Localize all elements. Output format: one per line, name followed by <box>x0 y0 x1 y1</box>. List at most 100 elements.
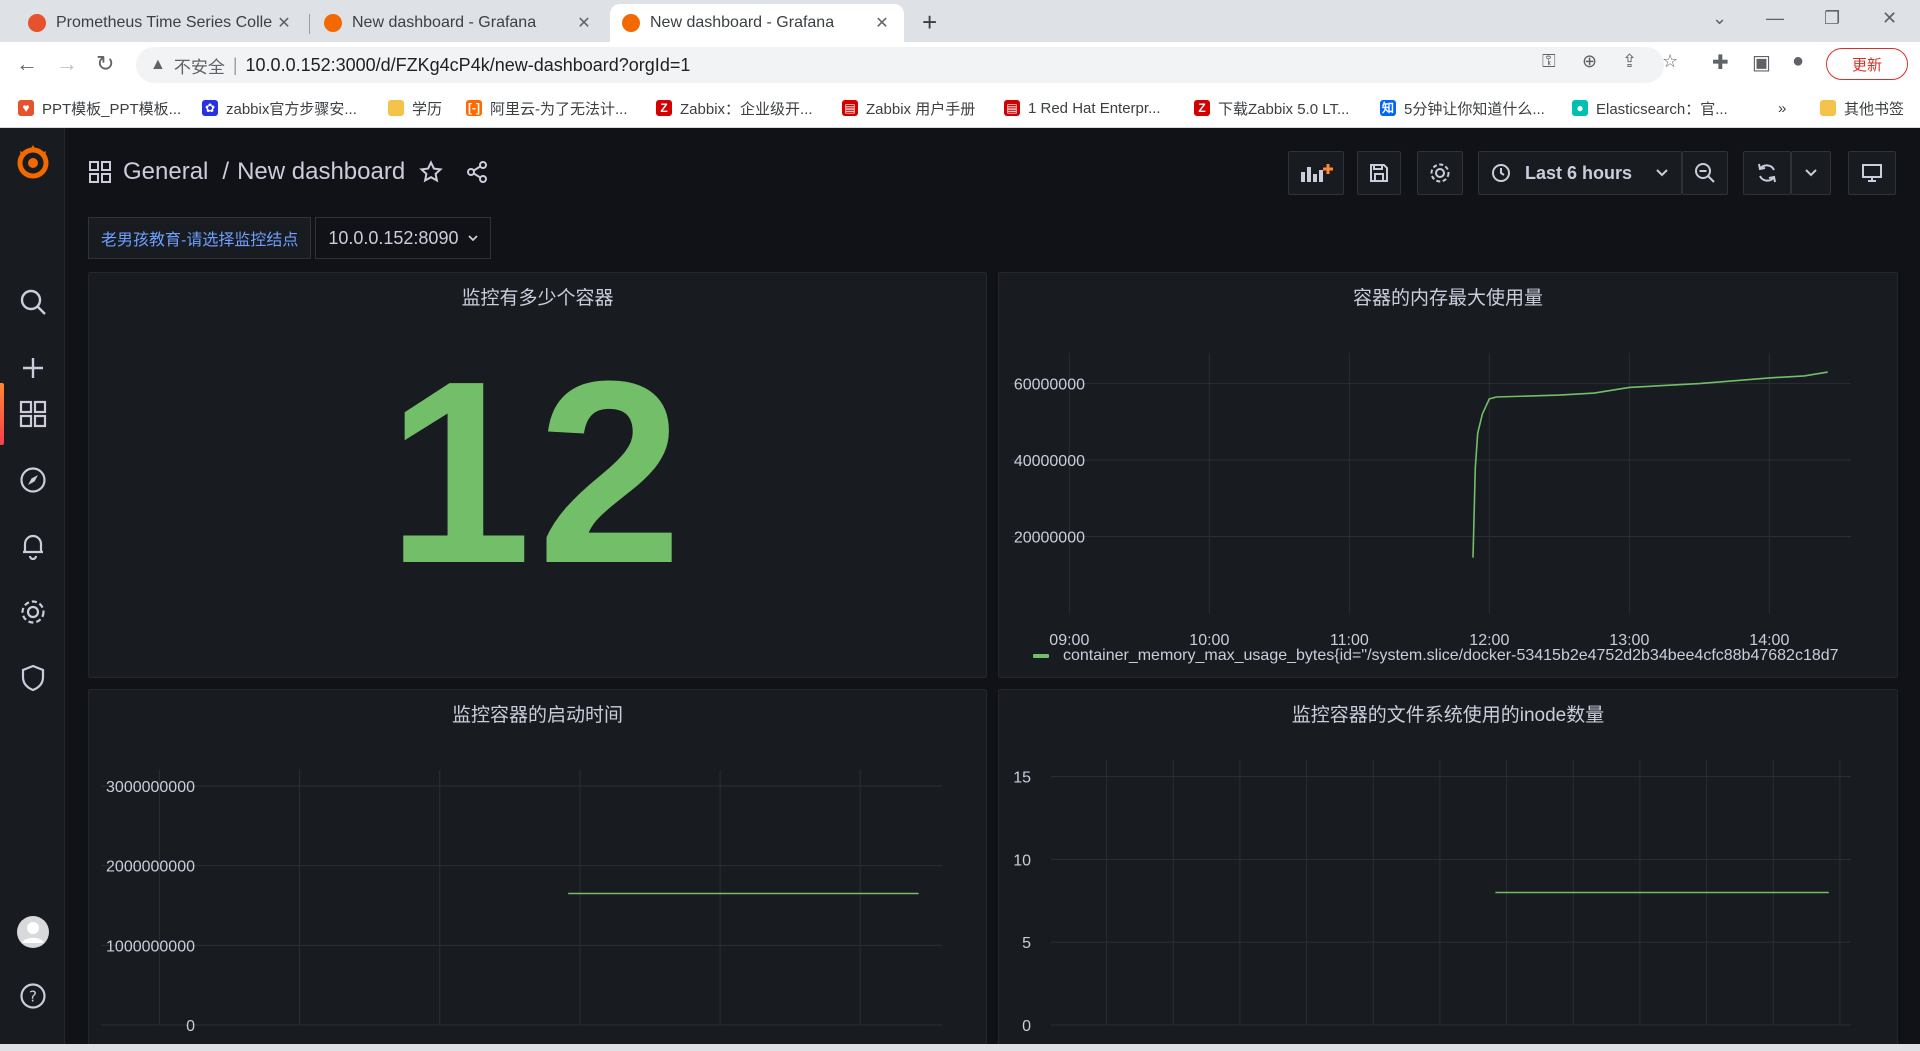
save-dashboard-button[interactable] <box>1357 151 1401 195</box>
breadcrumb-folder[interactable]: General <box>123 158 208 186</box>
refresh-icon <box>1758 163 1776 183</box>
legend-color-swatch <box>1033 654 1049 658</box>
start-time-chart[interactable]: 0 1000000000 2000000000 3000000000 <box>89 690 987 1051</box>
bookmark-label: 学历 <box>412 100 443 118</box>
close-tab-icon[interactable]: ✕ <box>274 13 294 33</box>
explore-compass-icon[interactable] <box>0 460 65 500</box>
panel-title[interactable]: 监控有多少个容器 <box>89 283 986 310</box>
variable-label: 老男孩教育-请选择监控结点 <box>88 217 312 259</box>
timeseries-panel-memory[interactable]: 容器的内存最大使用量 20000000 40000000 60000000 09:00… <box>998 272 1898 678</box>
inode-chart[interactable]: 0 5 10 15 <box>999 690 1898 1051</box>
stat-panel-container-count[interactable]: 监控有多少个容器 12 <box>88 272 987 678</box>
elastic-icon: ● <box>1572 100 1588 116</box>
bookmark-item[interactable]: ♥ PPT模板_PPT模板... <box>18 98 181 118</box>
bookmark-star-icon[interactable]: ☆ <box>1662 51 1678 72</box>
key-icon[interactable]: ⚿ <box>1542 51 1556 72</box>
bookmark-item[interactable]: ▤ 1 Red Hat Enterpr... <box>1004 98 1161 118</box>
new-tab-plus-icon[interactable]: + <box>922 8 937 36</box>
minimize-window-icon[interactable]: — <box>1766 8 1784 29</box>
bookmark-item[interactable]: Z 下载Zabbix 5.0 LT... <box>1194 98 1349 118</box>
zoom-out-button[interactable] <box>1682 151 1728 195</box>
chart-legend[interactable]: container_memory_max_usage_bytes{id="/sy… <box>1033 647 1839 665</box>
bookmark-label: 5分钟让你知道什么... <box>1404 100 1545 118</box>
dashboards-grid-icon[interactable] <box>0 394 65 434</box>
redhat-icon: ▤ <box>1004 100 1020 116</box>
bookmark-item[interactable]: ✿ zabbix官方步骤安... <box>202 98 357 118</box>
reload-icon[interactable]: ↻ <box>96 52 114 76</box>
add-panel-button[interactable] <box>1288 151 1344 195</box>
update-button[interactable]: 更新 <box>1826 48 1908 80</box>
restore-window-icon[interactable]: ❐ <box>1824 8 1840 29</box>
zoom-icon[interactable]: ⊕ <box>1582 51 1597 72</box>
tab-search-chevron-icon[interactable]: ⌄ <box>1712 8 1727 29</box>
chevron-down-icon <box>1805 169 1817 177</box>
bookmark-item[interactable]: 知 5分钟让你知道什么... <box>1380 98 1545 118</box>
tab-title: New dashboard - Grafana <box>650 14 835 31</box>
bookmark-label: 1 Red Hat Enterpr... <box>1028 99 1161 117</box>
close-tab-icon[interactable]: ✕ <box>872 13 892 33</box>
monitor-icon <box>1862 164 1882 182</box>
address-bar[interactable]: ▲ 不安全 | 10.0.0.152:3000/d/FZKg4cP4k/new-… <box>136 47 1664 83</box>
warning-triangle-icon: ▲ <box>150 56 166 73</box>
dashboard-header: General / New dashboard Last 6 hours <box>65 128 1920 218</box>
extensions-puzzle-icon[interactable]: ✚ <box>1712 50 1729 75</box>
add-panel-icon <box>1301 164 1333 182</box>
share-icon[interactable] <box>465 160 489 184</box>
chevron-down-icon <box>468 234 479 241</box>
variable-select[interactable]: 10.0.0.152:8090 <box>315 217 492 259</box>
paw-icon: ✿ <box>202 100 218 116</box>
back-arrow-icon[interactable]: ← <box>16 52 38 76</box>
grafana-favicon-icon <box>622 14 640 32</box>
browser-tab-strip: Prometheus Time Series Colle ✕ New dashb… <box>0 0 1920 42</box>
dashboard-grid-icon <box>89 161 111 183</box>
grafana-app: ? General / New dashboard Last 6 hours 老… <box>0 128 1920 1051</box>
create-plus-icon[interactable] <box>0 348 65 388</box>
grafana-logo-icon[interactable] <box>0 136 65 188</box>
side-panel-icon[interactable]: ▣ <box>1752 50 1771 75</box>
user-avatar-icon[interactable] <box>0 912 65 952</box>
share-icon[interactable]: ⇪ <box>1622 51 1637 72</box>
bookmark-item[interactable]: ▤ Zabbix 用户手册 <box>842 98 975 118</box>
bookmark-item[interactable]: 学历 <box>388 98 442 118</box>
configuration-gear-icon[interactable] <box>0 592 65 632</box>
bookmarks-overflow-icon[interactable]: » <box>1778 98 1786 118</box>
y-tick-label: 15 <box>1013 770 1031 787</box>
other-bookmarks[interactable]: 其他书签 <box>1820 98 1904 118</box>
y-tick-label: 5 <box>1022 935 1031 952</box>
server-admin-shield-icon[interactable] <box>0 658 65 698</box>
bookmark-item[interactable]: Z Zabbix：企业级开... <box>656 98 813 118</box>
bookmark-item[interactable]: ● Elasticsearch：官... <box>1572 98 1728 118</box>
star-icon[interactable] <box>419 160 443 184</box>
forward-arrow-icon[interactable]: → <box>56 52 78 76</box>
timeseries-panel-inode[interactable]: 监控容器的文件系统使用的inode数量 0 5 10 15 <box>998 689 1898 1051</box>
bookmark-label: 阿里云-为了无法计... <box>490 100 628 118</box>
book-icon: ▤ <box>842 100 858 116</box>
refresh-button[interactable] <box>1743 151 1791 195</box>
folder-icon <box>1820 100 1836 116</box>
dashboard-title[interactable]: New dashboard <box>237 158 405 186</box>
y-tick-label: 60000000 <box>1014 377 1085 394</box>
bookmark-item[interactable]: [-] 阿里云-为了无法计... <box>466 98 628 118</box>
y-tick-label: 0 <box>186 1018 195 1035</box>
alerting-bell-icon[interactable] <box>0 526 65 566</box>
memory-chart[interactable]: 20000000400000006000000009:00 10:00 11:00 1… <box>999 273 1898 678</box>
tab-divider <box>309 14 310 34</box>
refresh-interval-dropdown[interactable] <box>1791 151 1831 195</box>
bookmark-label: 下载Zabbix 5.0 LT... <box>1218 100 1350 118</box>
breadcrumb-separator: / <box>222 158 230 185</box>
timeseries-panel-start-time[interactable]: 监控容器的启动时间 0 1000000000 2000000000 300000000… <box>88 689 987 1051</box>
browser-tab-grafana-active[interactable]: New dashboard - Grafana ✕ <box>610 4 904 42</box>
profile-avatar-icon[interactable]: ● <box>1792 50 1804 73</box>
close-tab-icon[interactable]: ✕ <box>574 13 594 33</box>
y-tick-label: 10 <box>1013 852 1031 869</box>
url-text: 10.0.0.152:3000/d/FZKg4cP4k/new-dashboar… <box>245 54 691 75</box>
dashboard-settings-button[interactable] <box>1417 151 1463 195</box>
browser-tab-prometheus[interactable]: Prometheus Time Series Colle ✕ <box>16 4 306 42</box>
search-icon[interactable] <box>0 282 65 322</box>
breadcrumb: General / New dashboard <box>89 158 489 186</box>
close-window-icon[interactable]: ✕ <box>1882 8 1897 29</box>
tv-mode-button[interactable] <box>1848 151 1896 195</box>
time-range-picker[interactable]: Last 6 hours <box>1478 151 1682 195</box>
browser-tab-grafana-1[interactable]: New dashboard - Grafana ✕ <box>312 4 606 42</box>
help-question-icon[interactable]: ? <box>0 976 65 1016</box>
